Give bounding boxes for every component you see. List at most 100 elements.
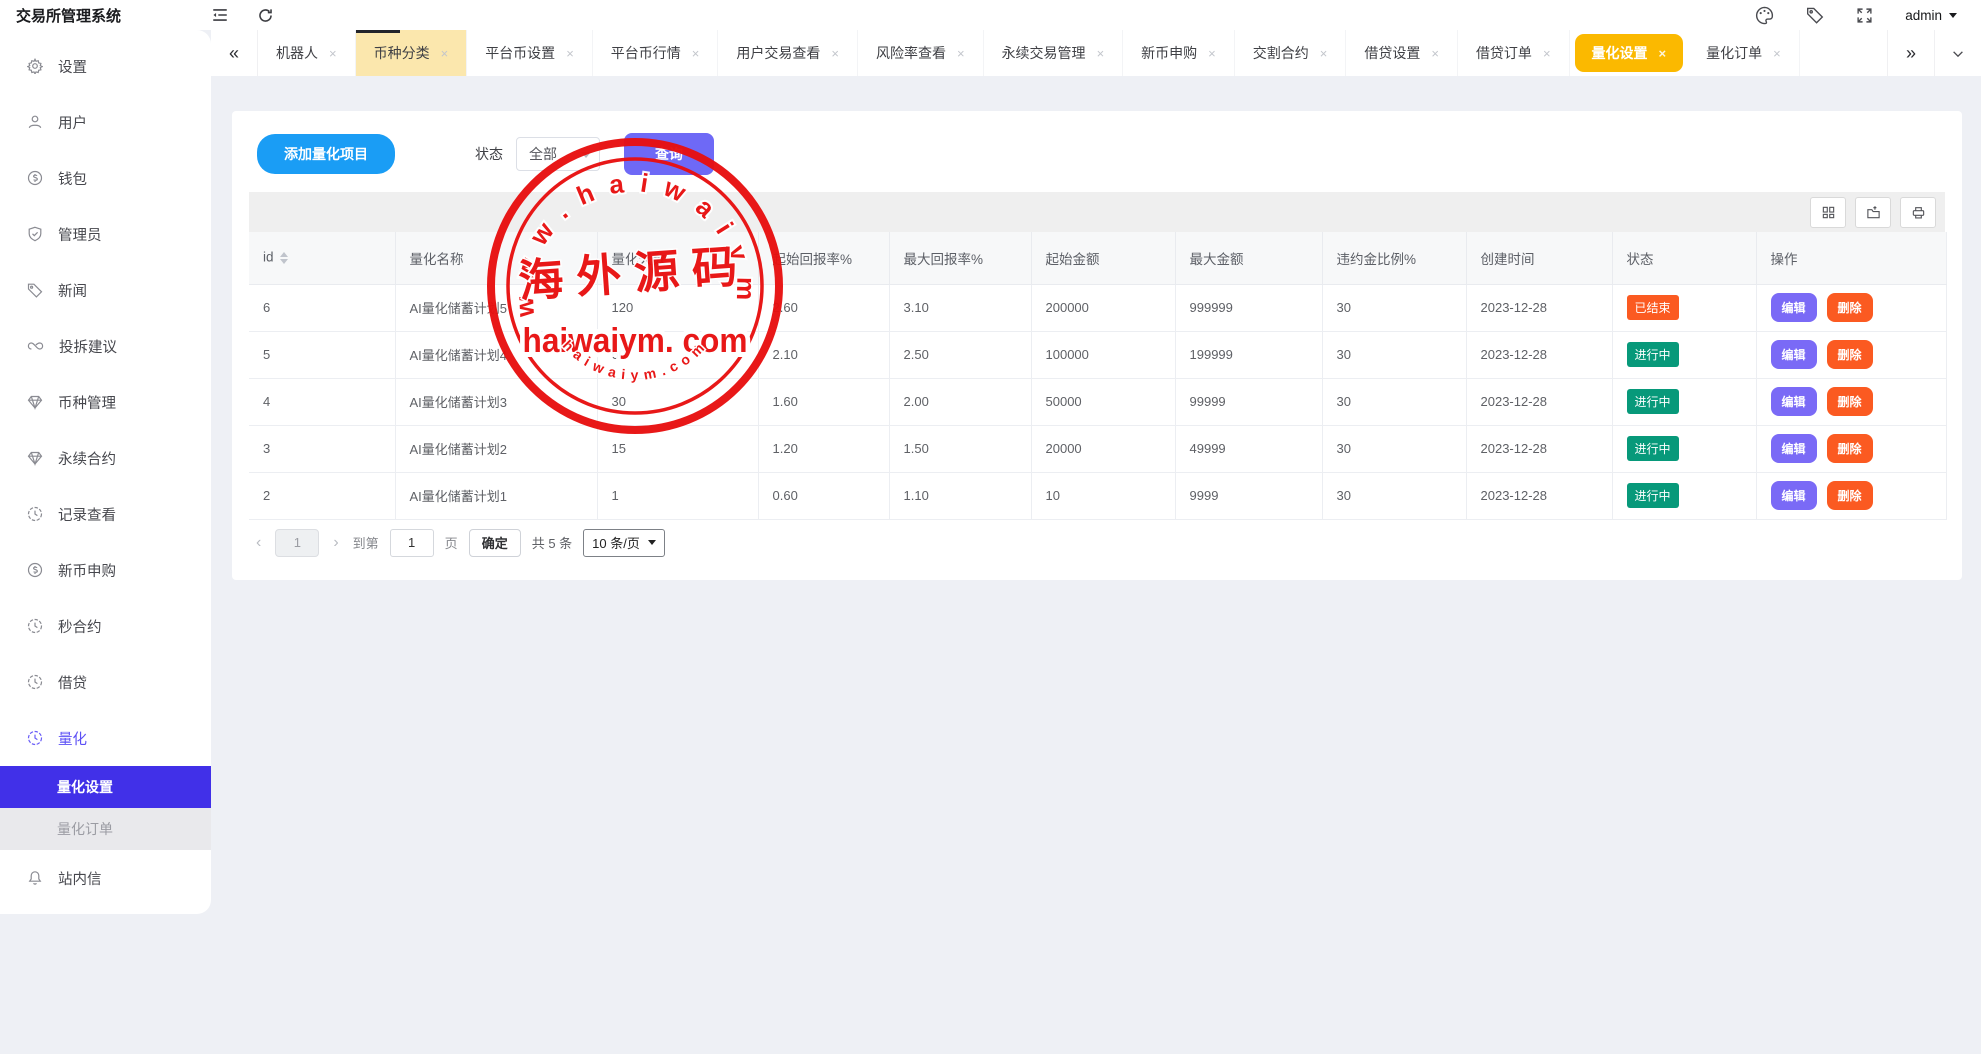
column-header-max_amount: 最大金额 (1175, 232, 1322, 284)
tab-close-icon[interactable]: × (1543, 47, 1551, 60)
cell-penalty_pct: 30 (1322, 425, 1466, 472)
edit-button[interactable]: 编辑 (1771, 434, 1817, 463)
tab-label: 量化订单 (1706, 43, 1762, 63)
cell-start_amount: 20000 (1031, 425, 1175, 472)
edit-button[interactable]: 编辑 (1771, 481, 1817, 510)
tab-close-icon[interactable]: × (329, 47, 337, 60)
gem-icon (27, 394, 43, 410)
sidebar-item-币种管理[interactable]: 币种管理 (0, 374, 211, 430)
sidebar-toggle-icon[interactable] (211, 6, 229, 24)
prev-page-button[interactable]: ‹ (253, 534, 264, 552)
column-settings-button[interactable] (1810, 197, 1846, 228)
sort-icon[interactable] (280, 248, 288, 268)
tab-close-icon[interactable]: × (1097, 47, 1105, 60)
cell-created: 2023-12-28 (1466, 284, 1612, 331)
tabs-scroll-left-button[interactable]: « (211, 30, 258, 76)
column-header-name: 量化名称 (395, 232, 597, 284)
tag-icon[interactable] (1806, 6, 1824, 24)
clock-icon (27, 618, 43, 634)
tab-close-icon[interactable]: × (957, 47, 965, 60)
tab-close-icon[interactable]: × (692, 47, 700, 60)
query-button[interactable]: 查询 (624, 133, 714, 175)
delete-button[interactable]: 删除 (1827, 434, 1873, 463)
sidebar-item-新币申购[interactable]: 新币申购 (0, 542, 211, 598)
tab-label: 永续交易管理 (1002, 43, 1086, 63)
cell-start_rate: 2.60 (758, 284, 889, 331)
tab-close-icon[interactable]: × (566, 47, 574, 60)
tab-借贷设置[interactable]: 借贷设置× (1346, 30, 1458, 76)
table-header-row: id量化名称量化天数起始回报率%最大回报率%起始金额最大金额违约金比例%创建时间… (249, 232, 1946, 284)
tab-平台币行情[interactable]: 平台币行情 × (593, 30, 719, 76)
next-page-button[interactable]: › (330, 534, 341, 552)
goto-page-input[interactable] (390, 529, 434, 557)
goto-confirm-button[interactable]: 确定 (469, 529, 521, 557)
column-header-status: 状态 (1612, 232, 1756, 284)
sidebar-item-记录查看[interactable]: 记录查看 (0, 486, 211, 542)
tab-用户交易查看[interactable]: 用户交易查看 × (718, 30, 858, 76)
sidebar-item-投拆建议[interactable]: 投拆建议 (0, 318, 211, 374)
cell-start_rate: 0.60 (758, 472, 889, 519)
tab-close-icon[interactable]: × (1320, 47, 1328, 60)
tab-label: 平台币行情 (611, 43, 681, 63)
edit-button[interactable]: 编辑 (1771, 387, 1817, 416)
sidebar-item-新闻[interactable]: 新闻 (0, 262, 211, 318)
tab-close-icon[interactable]: × (1208, 47, 1216, 60)
sidebar-item-label: 永续合约 (58, 448, 116, 469)
sidebar-item-永续合约[interactable]: 永续合约 (0, 430, 211, 486)
tab-close-icon[interactable]: × (1431, 47, 1439, 60)
tab-label: 量化设置 (1592, 43, 1648, 63)
print-button[interactable] (1900, 197, 1936, 228)
cell-penalty_pct: 30 (1322, 284, 1466, 331)
tab-close-icon[interactable]: × (831, 47, 839, 60)
sidebar-item-钱包[interactable]: 钱包 (0, 150, 211, 206)
delete-button[interactable]: 删除 (1827, 293, 1873, 322)
sidebar-item-设置[interactable]: 设置 (0, 38, 211, 94)
tab-永续交易管理[interactable]: 永续交易管理 × (984, 30, 1124, 76)
delete-button[interactable]: 删除 (1827, 387, 1873, 416)
sidebar-item-站内信[interactable]: 站内信 (0, 850, 211, 906)
tab-交割合约[interactable]: 交割合约× (1235, 30, 1347, 76)
page-size-select[interactable]: 10 条/页 (583, 529, 665, 557)
tab-机器人[interactable]: 机器人× (258, 30, 356, 76)
export-button[interactable] (1855, 197, 1891, 228)
sidebar-item-用户[interactable]: 用户 (0, 94, 211, 150)
link-icon (27, 338, 44, 354)
tab-label: 用户交易查看 (736, 43, 820, 63)
tab-币种分类[interactable]: 币种分类× (356, 30, 468, 76)
tab-close-icon[interactable]: × (1773, 47, 1781, 60)
sidebar-item-量化[interactable]: 量化 (0, 710, 211, 766)
tab-close-icon[interactable]: × (441, 47, 449, 60)
tab-量化订单[interactable]: 量化订单 × (1688, 30, 1800, 76)
fullscreen-icon[interactable] (1856, 7, 1873, 24)
sidebar-subitem-量化设置[interactable]: 量化设置 (0, 766, 211, 808)
edit-button[interactable]: 编辑 (1771, 293, 1817, 322)
sidebar-subitem-量化订单[interactable]: 量化订单 (0, 808, 211, 850)
tabs-menu-button[interactable] (1934, 30, 1981, 76)
tab-平台币设置[interactable]: 平台币设置× (467, 30, 593, 76)
refresh-icon[interactable] (257, 7, 274, 24)
tab-新币申购[interactable]: 新币申购× (1123, 30, 1235, 76)
cell-start_rate: 1.20 (758, 425, 889, 472)
cell-max_amount: 9999 (1175, 472, 1322, 519)
tab-借贷订单[interactable]: 借贷订单× (1458, 30, 1570, 76)
tab-量化设置[interactable]: 量化设置 × (1575, 34, 1684, 72)
sidebar-item-管理员[interactable]: 管理员 (0, 206, 211, 262)
status-badge: 进行中 (1627, 436, 1679, 461)
delete-button[interactable]: 删除 (1827, 481, 1873, 510)
table-body: 6AI量化储蓄计划51202.603.10200000999999302023-… (249, 284, 1946, 519)
status-filter-select[interactable]: 全部 (516, 137, 600, 171)
edit-button[interactable]: 编辑 (1771, 340, 1817, 369)
add-quant-project-button[interactable]: 添加量化项目 (257, 134, 395, 174)
theme-palette-icon[interactable] (1755, 6, 1774, 25)
tab-风险率查看[interactable]: 风险率查看× (858, 30, 984, 76)
sidebar-item-label: 量化 (58, 728, 87, 749)
sidebar-item-借贷[interactable]: 借贷 (0, 654, 211, 710)
delete-button[interactable]: 删除 (1827, 340, 1873, 369)
sidebar-item-秒合约[interactable]: 秒合约 (0, 598, 211, 654)
column-header-id[interactable]: id (249, 232, 395, 284)
admin-menu[interactable]: admin (1905, 8, 1957, 23)
tab-close-icon[interactable]: × (1659, 47, 1667, 60)
current-page-button[interactable]: 1 (275, 529, 319, 557)
cell-name: AI量化储蓄计划5 (395, 284, 597, 331)
tabs-scroll-right-button[interactable]: » (1887, 30, 1934, 76)
